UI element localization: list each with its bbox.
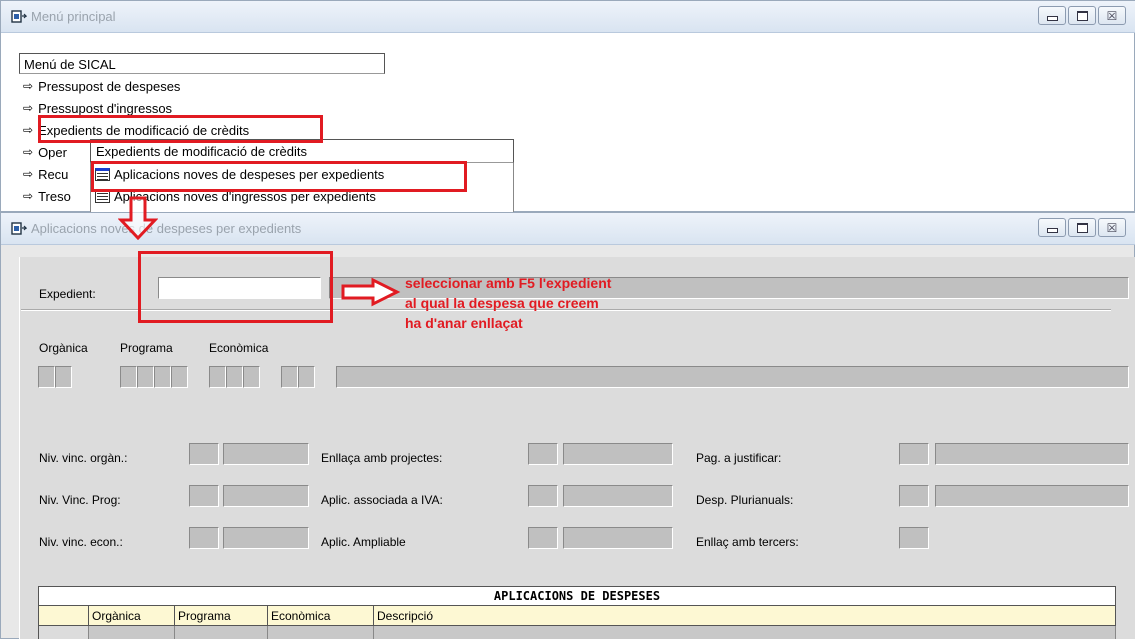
niv-vinc-prog-label: Niv. Vinc. Prog: <box>39 493 121 507</box>
organica-label: Orgànica <box>39 341 88 355</box>
minimize-button[interactable] <box>1038 6 1066 25</box>
arrow-right-icon: ⇨ <box>23 101 34 115</box>
minimize-button[interactable] <box>1038 218 1066 237</box>
annotation-arrow-right-icon <box>341 277 401 307</box>
form-window-title: Aplicacions noves de despeses per expedi… <box>31 221 302 236</box>
maximize-button[interactable] <box>1068 218 1096 237</box>
aplic-ampliable-label: Aplic. Ampliable <box>321 535 406 549</box>
niv-vinc-organ-code[interactable] <box>189 443 219 465</box>
annotation-arrow-down-icon <box>118 196 158 240</box>
niv-vinc-organ-label: Niv. vinc. orgàn.: <box>39 451 128 465</box>
annotation-line-1: seleccionar amb F5 l'expedient <box>405 275 612 291</box>
annotation-line-2: al qual la despesa que creem <box>405 295 599 311</box>
economica-box-1[interactable] <box>209 366 226 388</box>
close-button[interactable]: ☒ <box>1098 6 1126 25</box>
close-button[interactable]: ☒ <box>1098 218 1126 237</box>
column-header-programa[interactable]: Programa <box>175 606 268 625</box>
niv-vinc-prog-desc <box>223 485 309 507</box>
enllac-tercers-code[interactable] <box>899 527 929 549</box>
programa-box-4[interactable] <box>171 366 188 388</box>
desp-plurianuals-label: Desp. Plurianuals: <box>696 493 794 507</box>
aplicacions-despeses-table: APLICACIONS DE DESPESES Orgànica Program… <box>22 586 1116 639</box>
close-icon: ☒ <box>1106 220 1118 235</box>
arrow-right-icon: ⇨ <box>23 79 34 93</box>
niv-vinc-organ-desc <box>223 443 309 465</box>
app-icon <box>11 222 27 235</box>
column-header-economica[interactable]: Econòmica <box>268 606 374 625</box>
highlight-expedients-menu <box>38 115 323 143</box>
menu-item-label: Pressupost d'ingressos <box>38 100 173 116</box>
app-icon <box>11 10 27 23</box>
pag-justificar-desc <box>935 443 1129 465</box>
column-header-selector <box>39 606 89 625</box>
menu-item-label: Oper <box>38 144 67 160</box>
main-window-controls: ☒ <box>1038 6 1126 25</box>
arrow-right-icon: ⇨ <box>23 145 34 159</box>
niv-vinc-econ-code[interactable] <box>189 527 219 549</box>
row-selector-cell[interactable] <box>39 626 89 639</box>
menu-item-label: Recu <box>38 166 69 182</box>
subconcept-box-2[interactable] <box>298 366 315 388</box>
highlight-expedient-field <box>138 251 333 323</box>
aplic-iva-code[interactable] <box>528 485 558 507</box>
economica-box-2[interactable] <box>226 366 243 388</box>
column-header-descripcio[interactable]: Descripció <box>374 606 1115 625</box>
niv-vinc-prog-code[interactable] <box>189 485 219 507</box>
column-header-organica[interactable]: Orgànica <box>89 606 175 625</box>
pag-justificar-code[interactable] <box>899 443 929 465</box>
programa-cell[interactable] <box>175 626 268 639</box>
main-menu-window: Menú principal ☒ Menú de SICAL ⇨ Pressup… <box>0 0 1135 213</box>
economica-box-3[interactable] <box>243 366 260 388</box>
niv-vinc-econ-label: Niv. vinc. econ.: <box>39 535 123 549</box>
menu-item-pressupost-despeses[interactable]: ⇨ Pressupost de despeses <box>19 75 385 97</box>
arrow-right-icon: ⇨ <box>23 189 34 203</box>
menu-item-label: Treso <box>38 188 71 204</box>
aplicacio-description-field <box>336 366 1129 388</box>
aplic-ampliable-code[interactable] <box>528 527 558 549</box>
close-icon: ☒ <box>1106 8 1118 23</box>
form-window-controls: ☒ <box>1038 218 1126 237</box>
enllaca-projectes-label: Enllaça amb projectes: <box>321 451 443 465</box>
table-title: APLICACIONS DE DESPESES <box>38 586 1116 606</box>
table-row[interactable] <box>38 626 1116 639</box>
menu-item-label: Pressupost de despeses <box>38 78 181 94</box>
main-window-title: Menú principal <box>31 9 116 24</box>
expedient-label: Expedient: <box>39 287 96 301</box>
main-window-titlebar[interactable]: Menú principal ☒ <box>1 1 1135 33</box>
aplicacions-despeses-window: Aplicacions noves de despeses per expedi… <box>0 212 1135 639</box>
enllac-tercers-label: Enllaç amb tercers: <box>696 535 799 549</box>
aplic-ampliable-desc <box>563 527 673 549</box>
arrow-right-icon: ⇨ <box>23 123 34 137</box>
menu-header: Menú de SICAL <box>19 53 385 74</box>
desp-plurianuals-code[interactable] <box>899 485 929 507</box>
niv-vinc-econ-desc <box>223 527 309 549</box>
maximize-button[interactable] <box>1068 6 1096 25</box>
programa-box-1[interactable] <box>120 366 137 388</box>
arrow-right-icon: ⇨ <box>23 167 34 181</box>
programa-box-2[interactable] <box>137 366 154 388</box>
form-window-titlebar[interactable]: Aplicacions noves de despeses per expedi… <box>1 213 1135 245</box>
enllaca-projectes-code[interactable] <box>528 443 558 465</box>
aplic-iva-desc <box>563 485 673 507</box>
programa-box-3[interactable] <box>154 366 171 388</box>
aplic-iva-label: Aplic. associada a IVA: <box>321 493 443 507</box>
subconcept-box-1[interactable] <box>281 366 298 388</box>
programa-label: Programa <box>120 341 173 355</box>
desp-plurianuals-desc <box>935 485 1129 507</box>
economica-cell[interactable] <box>268 626 374 639</box>
annotation-line-3: ha d'anar enllaçat <box>405 315 523 331</box>
organica-cell[interactable] <box>89 626 175 639</box>
organica-box-2[interactable] <box>55 366 72 388</box>
enllaca-projectes-desc <box>563 443 673 465</box>
pag-justificar-label: Pag. a justificar: <box>696 451 782 465</box>
highlight-aplicacions-despeses <box>91 161 467 192</box>
economica-label: Econòmica <box>209 341 269 355</box>
table-header-row: Orgànica Programa Econòmica Descripció <box>38 606 1116 626</box>
descripcio-cell[interactable] <box>374 626 1116 639</box>
organica-box-1[interactable] <box>38 366 55 388</box>
